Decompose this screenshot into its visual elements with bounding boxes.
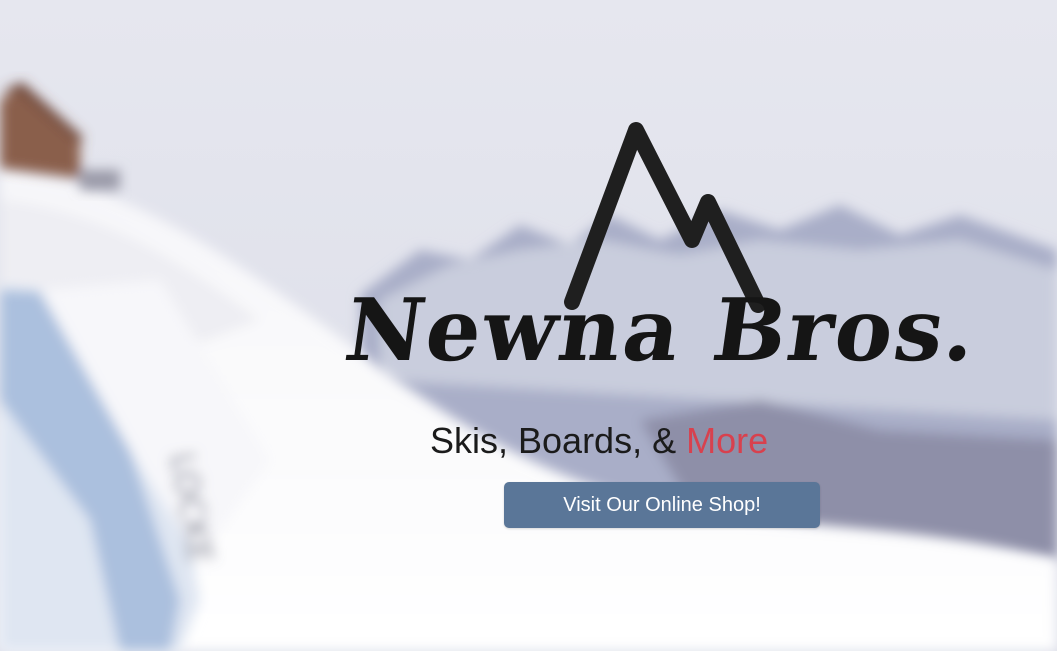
tagline-text: Skis, Boards, & xyxy=(430,420,677,461)
hero-section: LOCKE Newna Bros. Skis, Boards, & More V… xyxy=(0,0,1057,651)
brand-name: Newna Bros. xyxy=(338,280,985,381)
tagline-accent: More xyxy=(686,420,769,461)
brand-logo[interactable]: Newna Bros. xyxy=(339,120,984,420)
tagline: Skis, Boards, & More xyxy=(430,420,890,462)
visit-shop-button[interactable]: Visit Our Online Shop! xyxy=(504,482,820,528)
